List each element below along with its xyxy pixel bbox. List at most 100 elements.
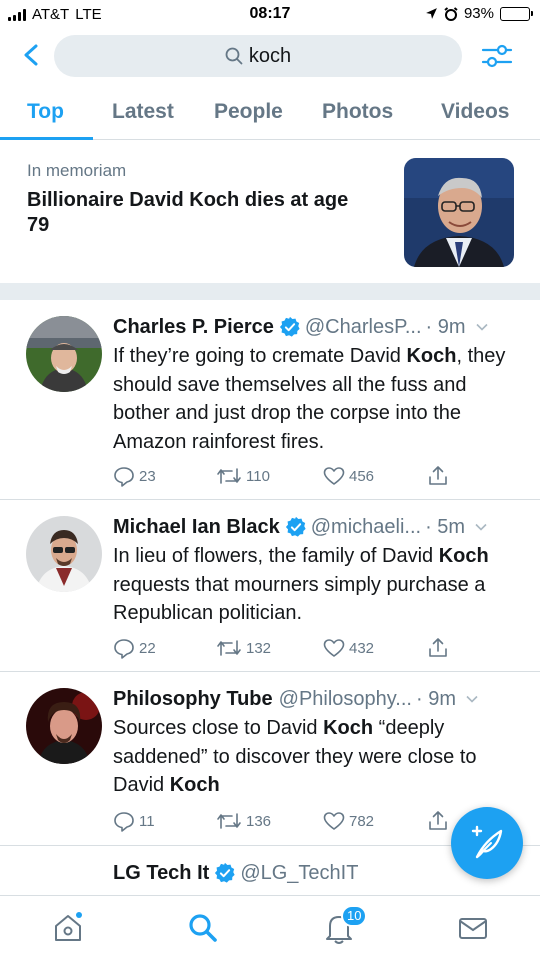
tweet-header: Charles P. Pierce @CharlesP... · 9m bbox=[113, 314, 523, 340]
share-icon bbox=[429, 466, 447, 485]
avatar[interactable] bbox=[26, 688, 102, 764]
tweet-author-name[interactable]: Michael Ian Black bbox=[113, 516, 280, 539]
news-photo bbox=[404, 158, 514, 267]
share-button[interactable] bbox=[427, 465, 449, 487]
active-tab-indicator bbox=[0, 137, 93, 140]
tab-people[interactable]: People bbox=[214, 100, 283, 124]
tweet-text-highlight: Koch bbox=[438, 545, 489, 567]
verified-badge-icon bbox=[279, 316, 300, 337]
tweet-text-segment: Sources close to David bbox=[113, 717, 324, 739]
tweet-header: Michael Ian Black @michaeli... · 5m bbox=[113, 514, 523, 540]
tweet-actions: 11 136 782 bbox=[113, 810, 453, 834]
heart-icon bbox=[323, 639, 345, 657]
back-icon[interactable] bbox=[18, 38, 46, 72]
tweet-text-highlight: Koch bbox=[406, 345, 457, 367]
retweet-icon bbox=[217, 640, 241, 656]
alarm-icon bbox=[444, 6, 458, 21]
retweet-count: 132 bbox=[246, 639, 272, 657]
tweet-text: Sources close to David Koch “deeply sadd… bbox=[113, 714, 523, 800]
avatar[interactable] bbox=[26, 316, 102, 392]
tweet-author-handle: @michaeli... bbox=[310, 515, 422, 538]
search-tabs: Top Latest People Photos Videos bbox=[0, 90, 540, 140]
share-icon bbox=[429, 638, 447, 657]
retweet-icon bbox=[217, 813, 241, 829]
news-kicker: In memoriam bbox=[27, 161, 127, 180]
retweet-button[interactable]: 132 bbox=[216, 637, 271, 659]
avatar[interactable] bbox=[26, 516, 102, 592]
like-button[interactable]: 782 bbox=[323, 810, 374, 832]
like-button[interactable]: 432 bbox=[323, 637, 374, 659]
retweet-button[interactable]: 136 bbox=[216, 810, 271, 832]
reply-count: 11 bbox=[139, 812, 155, 830]
tweet-author-name[interactable]: LG Tech It bbox=[113, 862, 209, 885]
tweet-author-handle: @CharlesP... bbox=[304, 315, 422, 338]
reply-icon bbox=[114, 812, 134, 832]
share-button[interactable] bbox=[427, 810, 449, 832]
retweet-count: 110 bbox=[246, 467, 270, 485]
messages-envelope-icon[interactable] bbox=[456, 911, 490, 945]
heart-icon bbox=[323, 812, 345, 830]
tweet-text: In lieu of flowers, the family of David … bbox=[113, 542, 523, 628]
verified-badge-icon bbox=[215, 862, 235, 883]
news-headline: Billionaire David Koch dies at age 79 bbox=[27, 189, 349, 236]
tweet-author-name[interactable]: Charles P. Pierce bbox=[113, 316, 274, 339]
battery-percent: 93% bbox=[463, 5, 494, 22]
tweet-author-name[interactable]: Philosophy Tube bbox=[113, 688, 273, 711]
status-right: 93% bbox=[425, 5, 533, 22]
search-filter-icon[interactable] bbox=[480, 40, 514, 72]
tweet-actions: 22 132 432 bbox=[113, 637, 453, 661]
search-icon[interactable] bbox=[186, 911, 220, 945]
tweet-text-segment: requests that mourners simply purchase a… bbox=[113, 573, 486, 625]
tweet-time: · 9m bbox=[415, 687, 456, 710]
tweet-text-highlight: Koch bbox=[323, 717, 374, 739]
tweet-author-handle: @LG_TechIT bbox=[240, 861, 359, 884]
like-button[interactable]: 456 bbox=[323, 465, 374, 487]
reply-button[interactable]: 23 bbox=[113, 465, 156, 487]
tab-photos[interactable]: Photos bbox=[322, 100, 393, 124]
section-divider bbox=[0, 283, 540, 300]
tab-top[interactable]: Top bbox=[27, 100, 64, 124]
tweet-text-highlight: Koch bbox=[169, 774, 220, 796]
tweet-time: · 5m bbox=[425, 515, 466, 538]
heart-icon bbox=[323, 467, 345, 485]
reply-icon bbox=[114, 467, 134, 487]
retweet-icon bbox=[217, 468, 241, 484]
chevron-down-icon[interactable] bbox=[474, 319, 490, 335]
news-card[interactable]: In memoriam Billionaire David Koch dies … bbox=[0, 141, 540, 283]
retweet-count: 136 bbox=[246, 812, 272, 830]
search-icon bbox=[225, 47, 243, 65]
tweet[interactable]: Michael Ian Black @michaeli... · 5m In l… bbox=[0, 500, 540, 672]
tweet-actions: 23 110 456 bbox=[113, 465, 453, 489]
like-count: 782 bbox=[349, 812, 375, 830]
home-icon[interactable] bbox=[51, 911, 85, 945]
tweet-header: Philosophy Tube @Philosophy... · 9m bbox=[113, 686, 523, 712]
reply-count: 23 bbox=[139, 467, 156, 485]
verified-badge-icon bbox=[285, 516, 306, 537]
retweet-button[interactable]: 110 bbox=[216, 465, 270, 487]
tweet-text-segment: If they’re going to cremate David bbox=[113, 345, 407, 367]
chevron-down-icon[interactable] bbox=[473, 519, 489, 535]
reply-icon bbox=[114, 639, 134, 659]
like-count: 432 bbox=[349, 639, 375, 657]
search-input[interactable]: koch bbox=[54, 35, 462, 77]
compose-tweet-button[interactable] bbox=[451, 807, 523, 879]
tweet-text: If they’re going to cremate David Koch, … bbox=[113, 342, 523, 456]
share-icon bbox=[429, 811, 447, 830]
tweet[interactable]: Charles P. Pierce @CharlesP... · 9m If t… bbox=[0, 300, 540, 500]
tweet-author-handle: @Philosophy... bbox=[278, 687, 412, 710]
reply-button[interactable]: 11 bbox=[113, 810, 155, 832]
search-query: koch bbox=[248, 44, 292, 67]
compose-feather-icon bbox=[471, 825, 503, 859]
chevron-down-icon[interactable] bbox=[464, 691, 480, 707]
reply-button[interactable]: 22 bbox=[113, 637, 156, 659]
tab-videos[interactable]: Videos bbox=[441, 100, 509, 124]
reply-count: 22 bbox=[139, 639, 156, 657]
status-bar: AT&T LTE 08:17 93% bbox=[0, 0, 540, 30]
tab-latest[interactable]: Latest bbox=[112, 100, 174, 124]
share-button[interactable] bbox=[427, 637, 449, 659]
location-icon bbox=[426, 8, 437, 19]
search-header: koch bbox=[0, 30, 540, 82]
like-count: 456 bbox=[349, 467, 375, 485]
battery-icon bbox=[500, 6, 533, 21]
tweet-time: · 9m bbox=[425, 315, 466, 338]
